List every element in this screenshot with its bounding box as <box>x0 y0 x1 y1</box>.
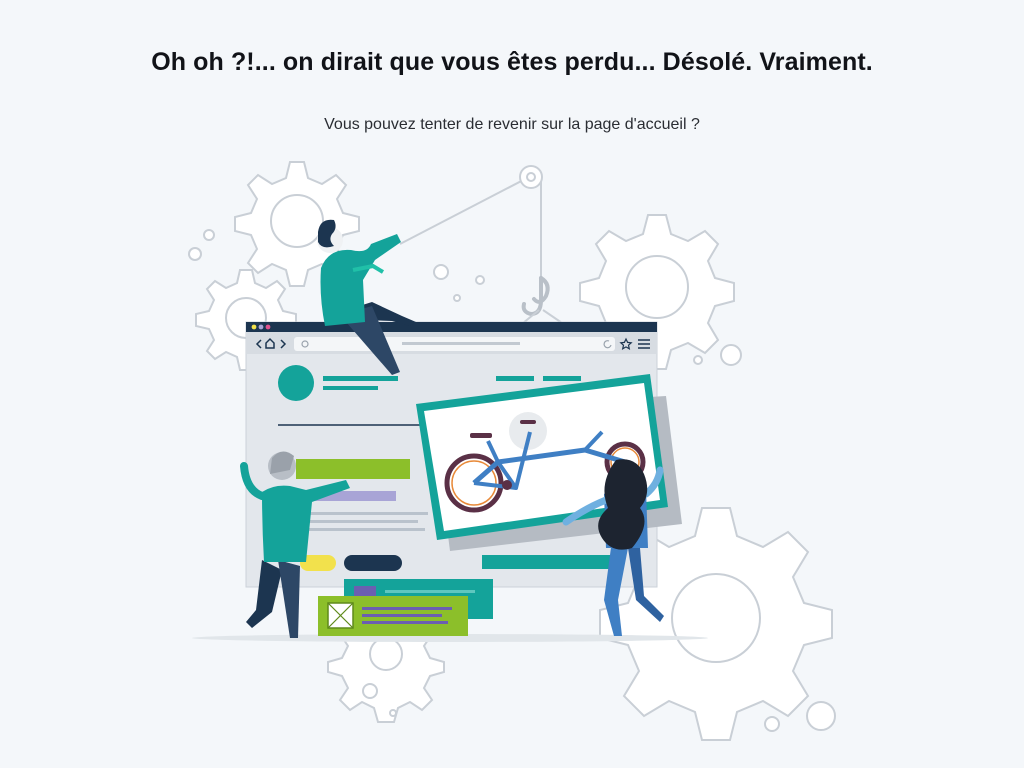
pulley-icon <box>519 165 543 189</box>
error-illustration <box>188 161 836 741</box>
crane-hook-icon <box>521 276 550 317</box>
subtitle: Vous pouvez tenter de revenir sur la pag… <box>0 116 1024 134</box>
image-card <box>318 596 468 636</box>
page-title: Oh oh ?!... on dirait que vous êtes perd… <box>151 48 873 76</box>
subtitle-end: ? <box>686 116 700 133</box>
subtitle-text: Vous pouvez tenter de revenir sur la <box>324 116 585 133</box>
home-link[interactable]: page d'accueil <box>585 116 687 133</box>
